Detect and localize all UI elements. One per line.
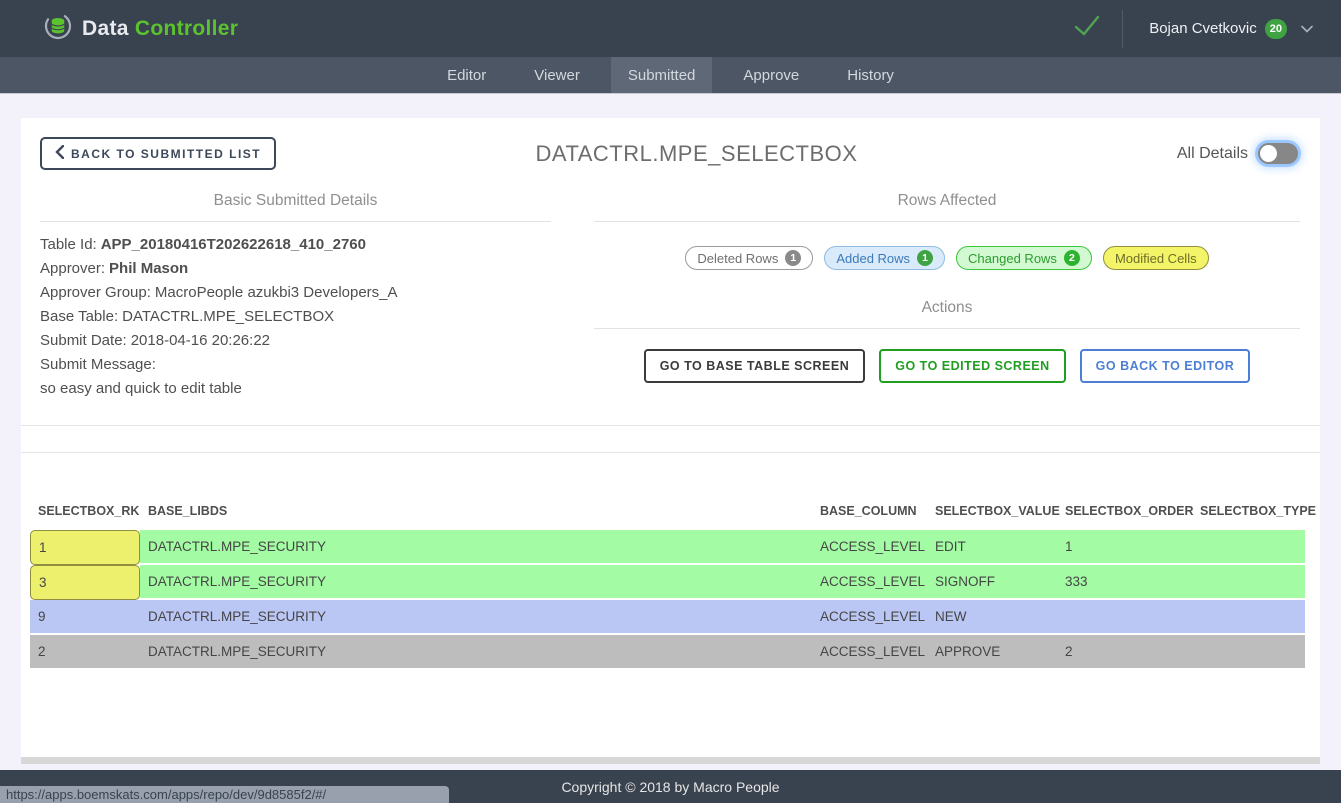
table-row[interactable]: 2 DATACTRL.MPE_SECURITY ACCESS_LEVEL APP… (30, 635, 1305, 670)
go-back-to-editor-button[interactable]: GO BACK TO EDITOR (1080, 349, 1251, 383)
tab-submitted[interactable]: Submitted (611, 57, 713, 93)
tab-approve[interactable]: Approve (726, 57, 816, 93)
chevron-left-icon (55, 145, 64, 162)
changes-table: SELECTBOX_RK BASE_LIBDS BASE_COLUMN SELE… (30, 500, 1305, 670)
col-selectbox-type: SELECTBOX_TYPE (1192, 500, 1305, 530)
go-to-base-table-screen-button[interactable]: GO TO BASE TABLE SCREEN (644, 349, 866, 383)
page-title: DATACTRL.MPE_SELECTBOX (216, 141, 1177, 167)
tab-viewer[interactable]: Viewer (517, 57, 597, 93)
main-content: BACK TO SUBMITTED LIST DATACTRL.MPE_SELE… (0, 94, 1341, 764)
added-rows-pill: Added Rows 1 (824, 246, 945, 270)
app-title: Data Controller (82, 17, 238, 41)
tab-editor[interactable]: Editor (430, 57, 503, 93)
col-base-libds: BASE_LIBDS (140, 500, 812, 530)
deleted-rows-pill: Deleted Rows 1 (685, 246, 813, 270)
link-preview-url: https://apps.boemskats.com/apps/repo/dev… (6, 787, 326, 802)
actions-heading: Actions (594, 270, 1300, 328)
app-logo[interactable]: Data Controller (44, 12, 238, 45)
user-menu[interactable]: Bojan Cvetkovic 20 (1139, 19, 1323, 39)
modified-cells-pill: Modified Cells (1103, 246, 1209, 270)
changes-table-container: SELECTBOX_RK BASE_LIBDS BASE_COLUMN SELE… (21, 453, 1320, 670)
changed-rows-count: 2 (1064, 250, 1080, 266)
copyright-text: Copyright © 2018 by Macro People (561, 779, 779, 795)
changed-rows-pill: Changed Rows 2 (956, 246, 1092, 270)
section-divider-1 (21, 425, 1320, 426)
table-row[interactable]: 9 DATACTRL.MPE_SECURITY ACCESS_LEVEL NEW (30, 600, 1305, 635)
sync-check-icon (1072, 14, 1102, 43)
field-submit-date: Submit Date:2018-04-16 20:26:22 (40, 329, 551, 353)
table-header-row: SELECTBOX_RK BASE_LIBDS BASE_COLUMN SELE… (30, 500, 1305, 530)
all-details-toggle[interactable] (1258, 143, 1298, 164)
rows-affected-heading: Rows Affected (594, 192, 1300, 221)
submitted-detail-card: BACK TO SUBMITTED LIST DATACTRL.MPE_SELE… (21, 118, 1320, 764)
horizontal-scrollbar[interactable] (21, 757, 1320, 764)
top-header: Data Controller Bojan Cvetkovic 20 (0, 0, 1341, 57)
main-nav: Editor Viewer Submitted Approve History (0, 57, 1341, 94)
field-table-id: Table Id:APP_20180416T202622618_410_2760 (40, 233, 551, 257)
col-selectbox-order: SELECTBOX_ORDER (1057, 500, 1192, 530)
field-approver-group: Approver Group:MacroPeople azukbi3 Devel… (40, 281, 551, 305)
col-selectbox-rk: SELECTBOX_RK (30, 500, 140, 530)
tab-history[interactable]: History (830, 57, 911, 93)
col-selectbox-value: SELECTBOX_VALUE (927, 500, 1057, 530)
details-heading: Basic Submitted Details (40, 192, 551, 221)
all-details-label: All Details (1177, 145, 1248, 163)
field-submit-message: Submit Message: (40, 353, 551, 377)
user-count-badge: 20 (1265, 19, 1287, 39)
modified-cell[interactable]: 3 (30, 565, 140, 600)
field-base-table: Base Table:DATACTRL.MPE_SELECTBOX (40, 305, 551, 329)
rows-affected-section: Rows Affected Deleted Rows 1 Added Rows … (551, 192, 1320, 401)
modified-cell[interactable]: 1 (30, 530, 140, 565)
database-logo-icon (44, 12, 72, 45)
user-name: Bojan Cvetkovic (1149, 20, 1257, 37)
table-row[interactable]: 3 DATACTRL.MPE_SECURITY ACCESS_LEVEL SIG… (30, 565, 1305, 600)
toggle-knob (1260, 145, 1277, 162)
browser-link-preview: https://apps.boemskats.com/apps/repo/dev… (0, 786, 449, 803)
header-divider (1122, 10, 1123, 48)
go-to-edited-screen-button[interactable]: GO TO EDITED SCREEN (879, 349, 1065, 383)
field-submit-message-text: so easy and quick to edit table (40, 377, 551, 401)
field-approver: Approver:Phil Mason (40, 257, 551, 281)
basic-submitted-details-section: Basic Submitted Details Table Id:APP_201… (21, 192, 551, 401)
added-rows-count: 1 (917, 250, 933, 266)
chevron-down-icon (1301, 22, 1313, 36)
col-base-column: BASE_COLUMN (812, 500, 927, 530)
deleted-rows-count: 1 (785, 250, 801, 266)
table-row[interactable]: 1 DATACTRL.MPE_SECURITY ACCESS_LEVEL EDI… (30, 530, 1305, 565)
